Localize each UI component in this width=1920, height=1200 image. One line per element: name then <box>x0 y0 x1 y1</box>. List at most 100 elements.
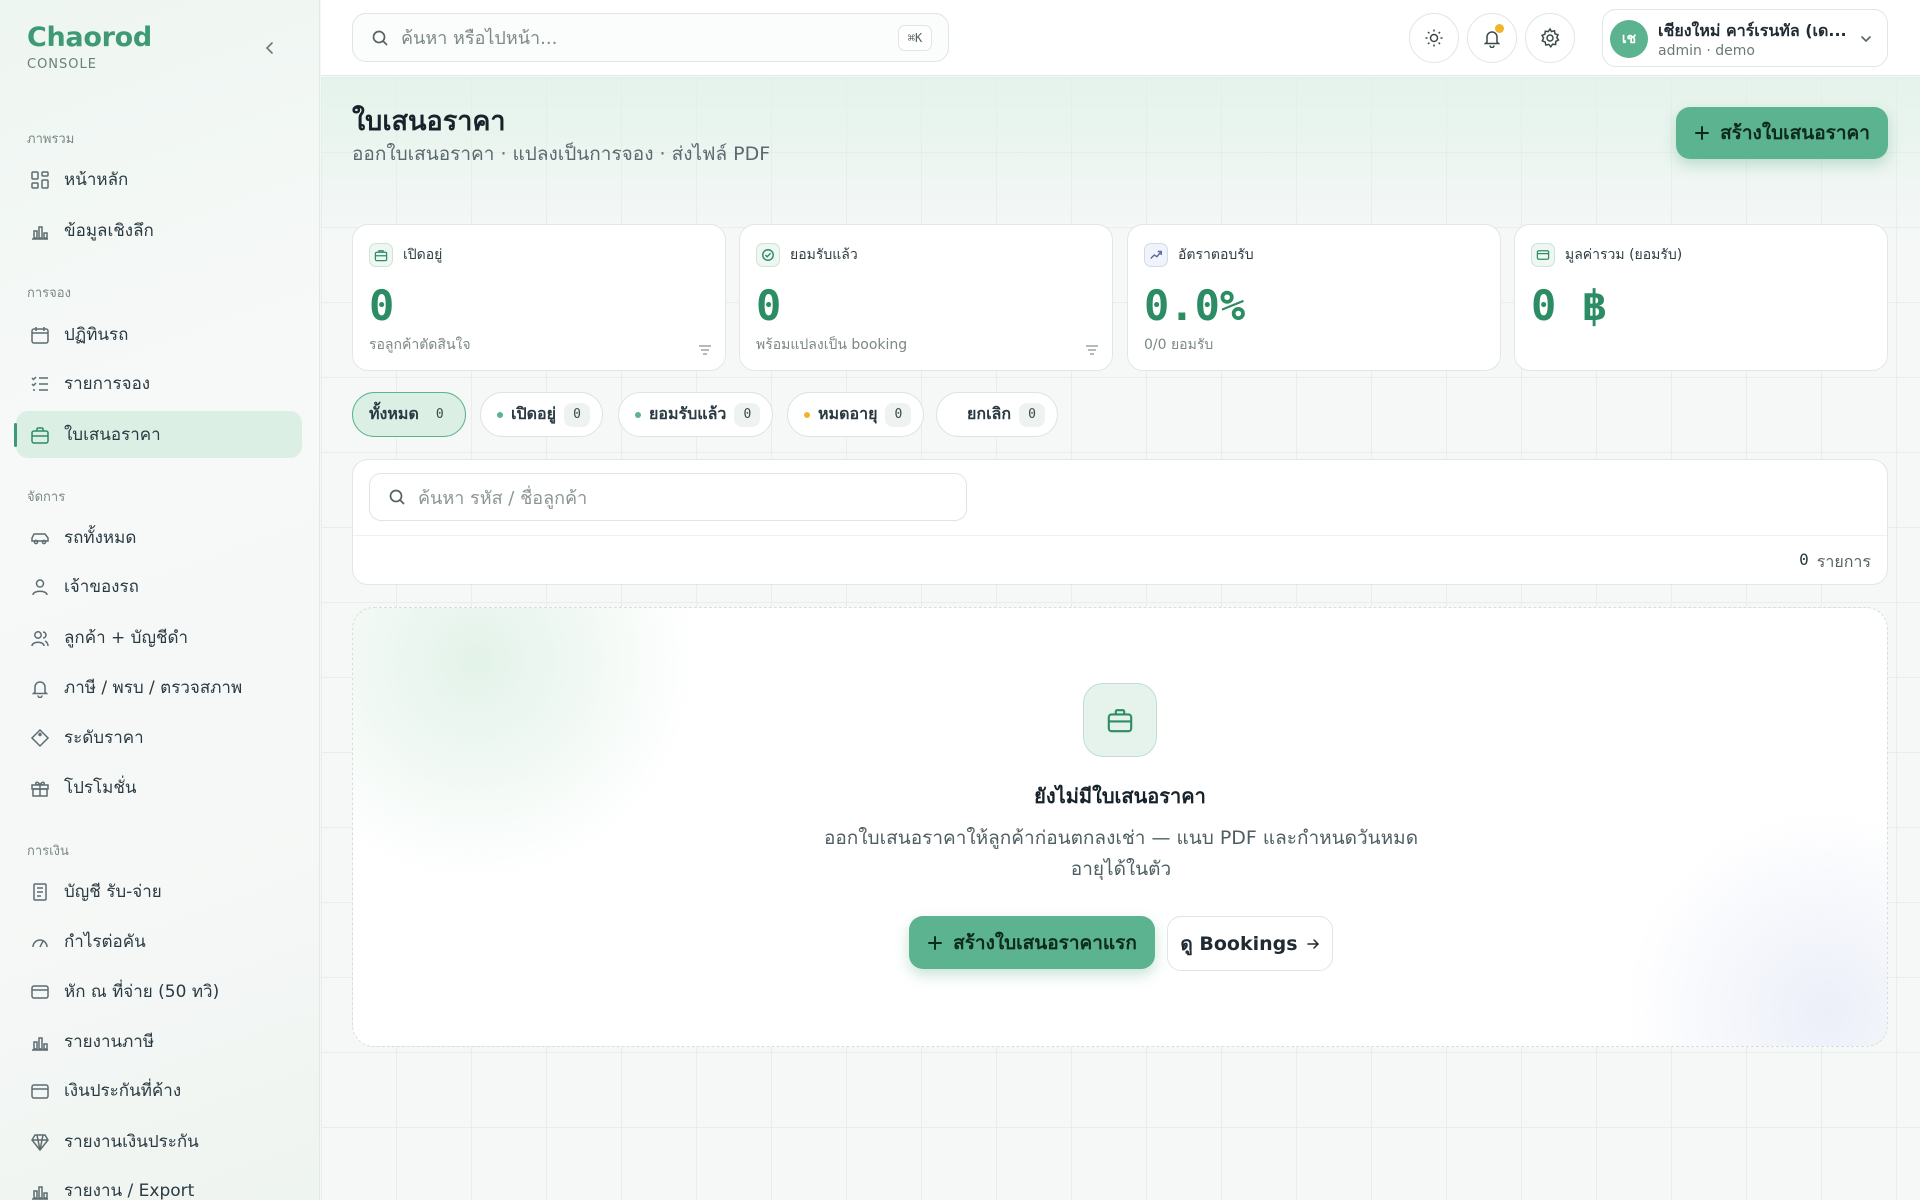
create-quotation-button[interactable]: สร้างใบเสนอราคา <box>1676 107 1888 159</box>
view-bookings-button[interactable]: ดู Bookings <box>1167 916 1333 971</box>
filter-icon[interactable] <box>697 342 713 358</box>
tag-icon <box>30 728 50 748</box>
stat-label: อัตราตอบรับ <box>1178 247 1254 263</box>
sidebar-item-label: เงินประกันที่ค้าง <box>64 1081 182 1101</box>
stat-value: 0 ฿ <box>1531 281 1607 330</box>
sidebar-item-quotations[interactable]: ใบเสนอราคา <box>14 411 302 458</box>
stat-card-total-value: มูลค่ารวม (ยอมรับ) 0 ฿ <box>1514 224 1888 371</box>
status-dot <box>497 411 503 418</box>
filter-chip-accepted[interactable]: ยอมรับแล้ว 0 <box>618 392 774 437</box>
sidebar-item-calendar[interactable]: ปฏิทินรถ <box>16 311 302 358</box>
card-icon <box>1531 243 1555 267</box>
user-name: เชียงใหม่ คาร์เรนทัล (เด... <box>1658 21 1847 40</box>
gear-icon <box>1540 27 1560 49</box>
sidebar-item-withholding[interactable]: หัก ณ ที่จ่าย (50 ทวิ) <box>16 968 302 1015</box>
sidebar-item-cars[interactable]: รถทั้งหมด <box>16 514 302 561</box>
collapse-sidebar-button[interactable] <box>262 40 278 56</box>
dashboard-icon <box>30 170 50 190</box>
empty-description: ออกใบเสนอราคาให้ลูกค้าก่อนตกลงเช่า — แนบ… <box>823 827 1419 880</box>
sidebar-item-owners[interactable]: เจ้าของรถ <box>16 563 302 610</box>
sidebar-item-label: บัญชี รับ-จ่าย <box>64 882 162 902</box>
result-count: 0 รายการ <box>1799 550 1871 575</box>
sidebar: Chaorod CONSOLE ภาพรวม หน้าหลัก ข้อมูลเช… <box>0 0 320 1200</box>
sidebar-item-promotions[interactable]: โปรโมชั่น <box>16 764 302 811</box>
users-icon <box>30 628 50 648</box>
brand[interactable]: Chaorod CONSOLE <box>27 22 152 72</box>
sidebar-item-pricing[interactable]: ระดับราคา <box>16 714 302 761</box>
sidebar-item-home[interactable]: หน้าหลัก <box>16 156 302 203</box>
brand-sub: CONSOLE <box>27 57 97 72</box>
chip-label: เปิดอยู่ <box>511 404 556 423</box>
card-icon <box>30 982 50 1002</box>
sidebar-item-tax[interactable]: ภาษี / พรบ / ตรวจสภาพ <box>16 664 302 711</box>
chip-count: 0 <box>885 402 912 427</box>
stat-note: พร้อมแปลงเป็น booking <box>756 337 908 353</box>
user-icon <box>30 577 50 597</box>
sidebar-item-deposit-report[interactable]: รายงานเงินประกัน <box>16 1118 302 1165</box>
empty-state: ยังไม่มีใบเสนอราคา ออกใบเสนอราคาให้ลูกค้… <box>352 607 1888 1047</box>
topbar: ค้นหา หรือไปหน้า... ⌘K เช เชียงใหม่ คาร์… <box>321 0 1920 76</box>
stat-label: ยอมรับแล้ว <box>790 247 858 263</box>
gem-icon <box>30 1132 50 1152</box>
filter-chip-expired[interactable]: หมดอายุ 0 <box>787 392 925 437</box>
sidebar-item-customers[interactable]: ลูกค้า + บัญชีดำ <box>16 614 302 661</box>
stat-label: มูลค่ารวม (ยอมรับ) <box>1565 247 1683 263</box>
quotation-search-input[interactable]: ค้นหา รหัส / ชื่อลูกค้า <box>369 473 967 521</box>
sidebar-item-label: ข้อมูลเชิงลึก <box>64 221 154 241</box>
sidebar-item-tax-report[interactable]: รายงานภาษี <box>16 1018 302 1065</box>
sidebar-item-profit[interactable]: กำไรต่อคัน <box>16 918 302 965</box>
chevron-down-icon <box>1859 32 1873 46</box>
sidebar-item-export[interactable]: รายงาน / Export <box>16 1167 302 1200</box>
stat-card-accepted: ยอมรับแล้ว 0 พร้อมแปลงเป็น booking <box>739 224 1113 371</box>
sidebar-item-label: รายการจอง <box>64 374 151 394</box>
result-count-unit: รายการ <box>1816 552 1871 571</box>
stat-card-open: เปิดอยู่ 0 รอลูกค้าตัดสินใจ <box>352 224 726 371</box>
create-first-quotation-button[interactable]: สร้างใบเสนอราคาแรก <box>909 916 1155 969</box>
user-menu[interactable]: เช เชียงใหม่ คาร์เรนทัล (เด... admin · d… <box>1602 9 1888 67</box>
sidebar-item-ledger[interactable]: บัญชี รับ-จ่าย <box>16 868 302 915</box>
sidebar-item-label: เจ้าของรถ <box>64 577 139 597</box>
nav-section-booking: การจอง <box>27 286 71 301</box>
filter-chip-open[interactable]: เปิดอยู่ 0 <box>480 392 603 437</box>
chip-count: 0 <box>1019 402 1046 427</box>
sidebar-item-bookings[interactable]: รายการจอง <box>16 360 302 407</box>
notifications-button[interactable] <box>1467 13 1517 63</box>
theme-toggle-button[interactable] <box>1409 13 1459 63</box>
sidebar-item-insights[interactable]: ข้อมูลเชิงลึก <box>16 207 302 254</box>
page-subtitle: ออกใบเสนอราคา · แปลงเป็นการจอง · ส่งไฟล์… <box>352 143 771 165</box>
check-circle-icon <box>756 243 780 267</box>
bar-chart-icon <box>30 1181 50 1200</box>
nav-section-manage: จัดการ <box>27 490 66 505</box>
sidebar-item-label: รายงานเงินประกัน <box>64 1132 199 1152</box>
bar-chart-icon <box>30 1032 50 1052</box>
chevron-left-icon <box>265 42 273 54</box>
shortcut-hint: ⌘K <box>898 25 932 51</box>
arrow-right-icon <box>1306 938 1319 949</box>
status-dot <box>804 411 810 418</box>
trending-up-icon <box>1144 243 1168 267</box>
sidebar-item-label: หน้าหลัก <box>64 170 129 190</box>
bar-chart-icon <box>30 221 50 241</box>
stat-value: 0.0% <box>1144 281 1246 330</box>
global-search-input[interactable]: ค้นหา หรือไปหน้า... ⌘K <box>352 13 949 62</box>
car-icon <box>30 528 50 548</box>
filter-chip-all[interactable]: ทั้งหมด 0 <box>352 392 466 437</box>
user-role: admin · demo <box>1658 43 1755 59</box>
sidebar-item-label: ปฏิทินรถ <box>64 325 129 345</box>
result-count-value: 0 <box>1799 550 1809 569</box>
briefcase-icon <box>369 243 393 267</box>
stat-value: 0 <box>756 281 782 330</box>
sidebar-item-label: ลูกค้า + บัญชีดำ <box>64 628 189 648</box>
filter-icon[interactable] <box>1084 342 1100 358</box>
filter-chip-cancelled[interactable]: ยกเลิก 0 <box>936 392 1059 437</box>
nav-section-finance: การเงิน <box>27 844 69 859</box>
gauge-icon <box>30 932 50 952</box>
search-placeholder: ค้นหา รหัส / ชื่อลูกค้า <box>418 487 588 509</box>
sun-icon <box>1425 29 1443 47</box>
sidebar-item-label: รายงานภาษี <box>64 1032 155 1052</box>
sidebar-item-label: รถทั้งหมด <box>64 528 137 548</box>
sidebar-item-label: หัก ณ ที่จ่าย (50 ทวิ) <box>64 982 220 1002</box>
bell-icon <box>30 678 50 698</box>
settings-button[interactable] <box>1525 13 1575 63</box>
sidebar-item-deposits[interactable]: เงินประกันที่ค้าง <box>16 1067 302 1114</box>
